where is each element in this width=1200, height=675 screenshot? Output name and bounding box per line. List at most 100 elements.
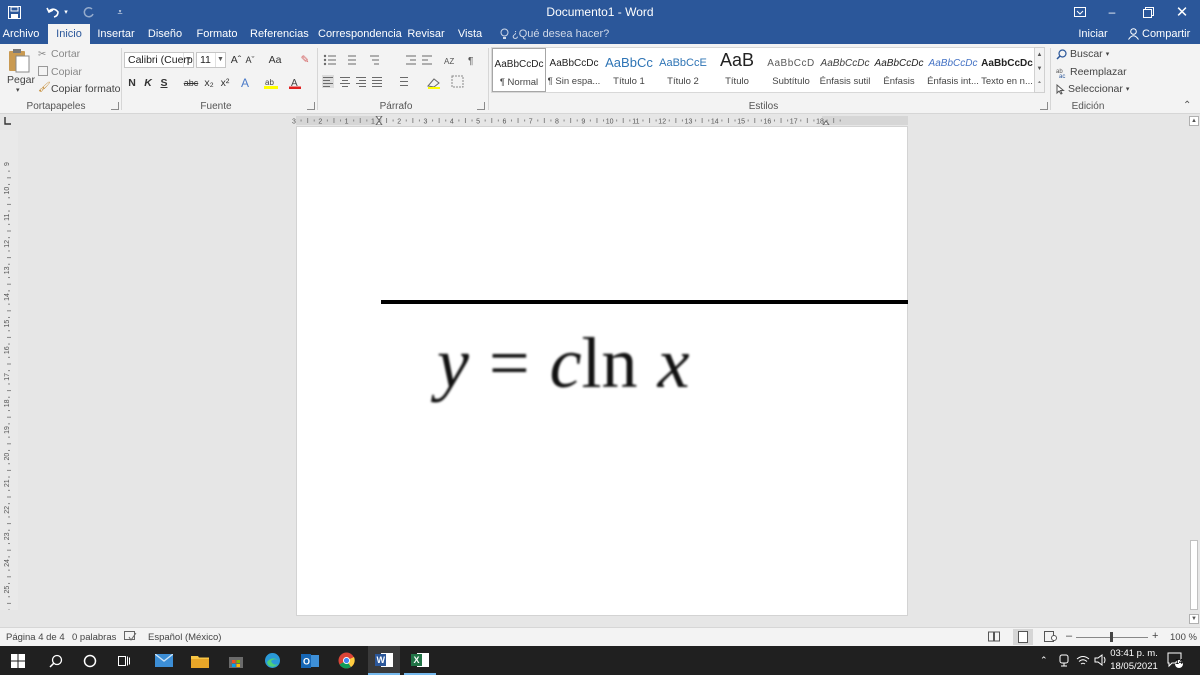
language[interactable]: Español (México) — [148, 632, 221, 643]
strikethrough-button[interactable]: abc — [182, 75, 200, 91]
font-size-combo[interactable]: 11 ▼ — [196, 52, 226, 68]
tab-archivo[interactable]: Archivo — [0, 24, 42, 44]
share-button[interactable]: Compartir — [1128, 24, 1190, 44]
tab-vista[interactable]: Vista — [454, 24, 486, 44]
excel-taskbar-icon[interactable]: X — [404, 646, 436, 675]
svg-text:ac: ac — [1059, 74, 1065, 78]
windows-start-icon[interactable] — [2, 646, 34, 675]
word-count[interactable]: 0 palabras — [72, 632, 116, 643]
style-subtitulo[interactable]: AaBbCcD Subtítulo — [764, 48, 818, 92]
restore-icon[interactable] — [1136, 0, 1160, 24]
ruler-tick — [629, 119, 631, 122]
task-view-icon[interactable] — [108, 646, 140, 675]
font-color-icon[interactable]: A — [289, 77, 301, 89]
clock[interactable]: 03:41 p. m. 18/05/2021 — [1108, 647, 1160, 673]
proofing-icon[interactable] — [124, 631, 137, 643]
style-texto-en-negrita[interactable]: AaBbCcDc Texto en n... — [980, 48, 1034, 92]
paste-icon[interactable] — [8, 48, 30, 74]
tab-correspondencia[interactable]: Correspondencia — [318, 24, 402, 44]
ruler-tick — [7, 363, 11, 365]
replace-button[interactable]: ab ac Reemplazar — [1056, 66, 1127, 78]
cut-button[interactable]: Cortar — [51, 48, 80, 60]
tell-me-box[interactable]: ¿Qué desea hacer? — [500, 24, 609, 44]
zoom-slider-thumb[interactable] — [1110, 632, 1113, 642]
store-icon[interactable] — [220, 646, 252, 675]
tab-formato[interactable]: Formato — [194, 24, 240, 44]
clipboard-launcher-icon[interactable] — [111, 102, 119, 110]
gallery-scroll-buttons[interactable]: ▲ ▼ ⩡ — [1034, 47, 1045, 93]
equation[interactable]: y = cln x — [437, 323, 690, 403]
vertical-ruler[interactable]: 9 10 11 12 13 14 15 16 17 18 19 20 21 22 23 24 25 — [0, 130, 18, 610]
copy-button[interactable]: Copiar — [51, 66, 82, 78]
style-titulo-2[interactable]: AaBbCcE Título 2 — [656, 48, 710, 92]
font-launcher-icon[interactable] — [307, 102, 315, 110]
change-case-button[interactable]: Aa — [266, 52, 284, 68]
read-mode-icon[interactable] — [988, 631, 1000, 642]
style-titulo[interactable]: AaB Título — [710, 48, 764, 92]
format-painter-button[interactable]: Copiar formato — [51, 83, 120, 95]
select-button[interactable]: Seleccionar ▾ — [1056, 83, 1129, 95]
ruler-number: 24 — [4, 559, 11, 567]
tab-inicio[interactable]: Inicio — [48, 24, 90, 44]
file-explorer-icon[interactable] — [184, 646, 216, 675]
tab-revisar[interactable]: Revisar — [406, 24, 446, 44]
style-sin-espaciado[interactable]: AaBbCcDc ¶ Sin espa... — [547, 48, 601, 92]
scroll-up-icon[interactable]: ▲ — [1189, 116, 1199, 126]
collapse-ribbon-icon[interactable]: ⌃ — [1183, 100, 1191, 111]
close-icon[interactable]: ✕ — [1170, 0, 1194, 24]
paste-label[interactable]: Pegar — [7, 74, 35, 86]
styles-launcher-icon[interactable] — [1040, 102, 1048, 110]
meet-now-icon[interactable] — [1058, 654, 1070, 667]
horizontal-ruler[interactable]: 3 2 1 1 2 3 4 5 6 7 8 9 10 11 12 13 14 15 16 17 18 — [290, 116, 910, 125]
search-icon[interactable] — [40, 646, 72, 675]
style-enfasis[interactable]: AaBbCcDc Énfasis — [872, 48, 926, 92]
highlight-icon[interactable]: ab — [264, 77, 278, 89]
print-layout-icon[interactable] — [1013, 629, 1033, 645]
tab-referencias[interactable]: Referencias — [250, 24, 309, 44]
sign-in-link[interactable]: Iniciar sesión — [1062, 24, 1124, 60]
font-name-combo[interactable]: Calibri (Cuerpo ▼ — [124, 52, 194, 68]
chrome-icon[interactable] — [330, 646, 362, 675]
bold-button[interactable]: N — [126, 75, 138, 91]
style-enfasis-sutil[interactable]: AaBbCcDc Énfasis sutil — [818, 48, 872, 92]
wifi-icon[interactable] — [1076, 655, 1090, 666]
ruler-number: 14 — [711, 119, 719, 126]
paragraph-launcher-icon[interactable] — [477, 102, 485, 110]
clear-formatting-icon[interactable]: ✎ — [298, 52, 312, 68]
find-button[interactable]: Buscar ▾ — [1056, 48, 1109, 60]
chevron-up-icon[interactable]: ⌃ — [1040, 655, 1048, 666]
tab-selector-icon[interactable] — [0, 116, 16, 126]
shrink-font-button[interactable]: Aˇ — [244, 52, 256, 68]
style-enfasis-intenso[interactable]: AaBbCcDc Énfasis int... — [926, 48, 980, 92]
edge-icon[interactable] — [256, 646, 288, 675]
ruler-tick — [510, 119, 512, 122]
text-effects-icon[interactable]: A — [238, 75, 252, 91]
italic-button[interactable]: K — [142, 75, 154, 91]
tab-insertar[interactable]: Insertar — [95, 24, 137, 44]
volume-icon[interactable] — [1094, 654, 1108, 666]
grow-font-button[interactable]: Aˆ — [230, 52, 242, 68]
subscript-button[interactable]: x₂ — [202, 75, 216, 91]
zoom-in-icon[interactable]: + — [1152, 630, 1158, 642]
paste-dropdown-icon[interactable]: ▾ — [16, 86, 20, 94]
cortana-icon[interactable] — [74, 646, 106, 675]
document-page[interactable]: y = cln x — [296, 126, 908, 616]
underline-button[interactable]: S — [158, 75, 170, 91]
page-count[interactable]: Página 4 de 4 — [6, 632, 65, 643]
ribbon-display-icon[interactable] — [1068, 0, 1092, 24]
style-normal[interactable]: AaBbCcDc ¶ Normal — [492, 48, 546, 92]
scroll-down-icon[interactable]: ▼ — [1189, 614, 1199, 624]
minimize-icon[interactable]: – — [1100, 0, 1124, 24]
ruler-tick — [7, 576, 11, 578]
zoom-level[interactable]: 100 % — [1170, 632, 1197, 643]
web-layout-icon[interactable] — [1044, 631, 1057, 642]
style-titulo-1[interactable]: AaBbCc Título 1 — [602, 48, 656, 92]
tab-diseno[interactable]: Diseño — [143, 24, 187, 44]
superscript-button[interactable]: x² — [218, 75, 232, 91]
word-taskbar-icon[interactable]: W — [368, 646, 400, 675]
zoom-out-icon[interactable]: – — [1066, 630, 1072, 642]
mail-icon[interactable] — [148, 646, 180, 675]
vertical-scrollbar[interactable]: ▲ ▼ — [1188, 116, 1200, 627]
scrollbar-thumb[interactable] — [1190, 540, 1198, 610]
outlook-icon[interactable]: O — [294, 646, 326, 675]
